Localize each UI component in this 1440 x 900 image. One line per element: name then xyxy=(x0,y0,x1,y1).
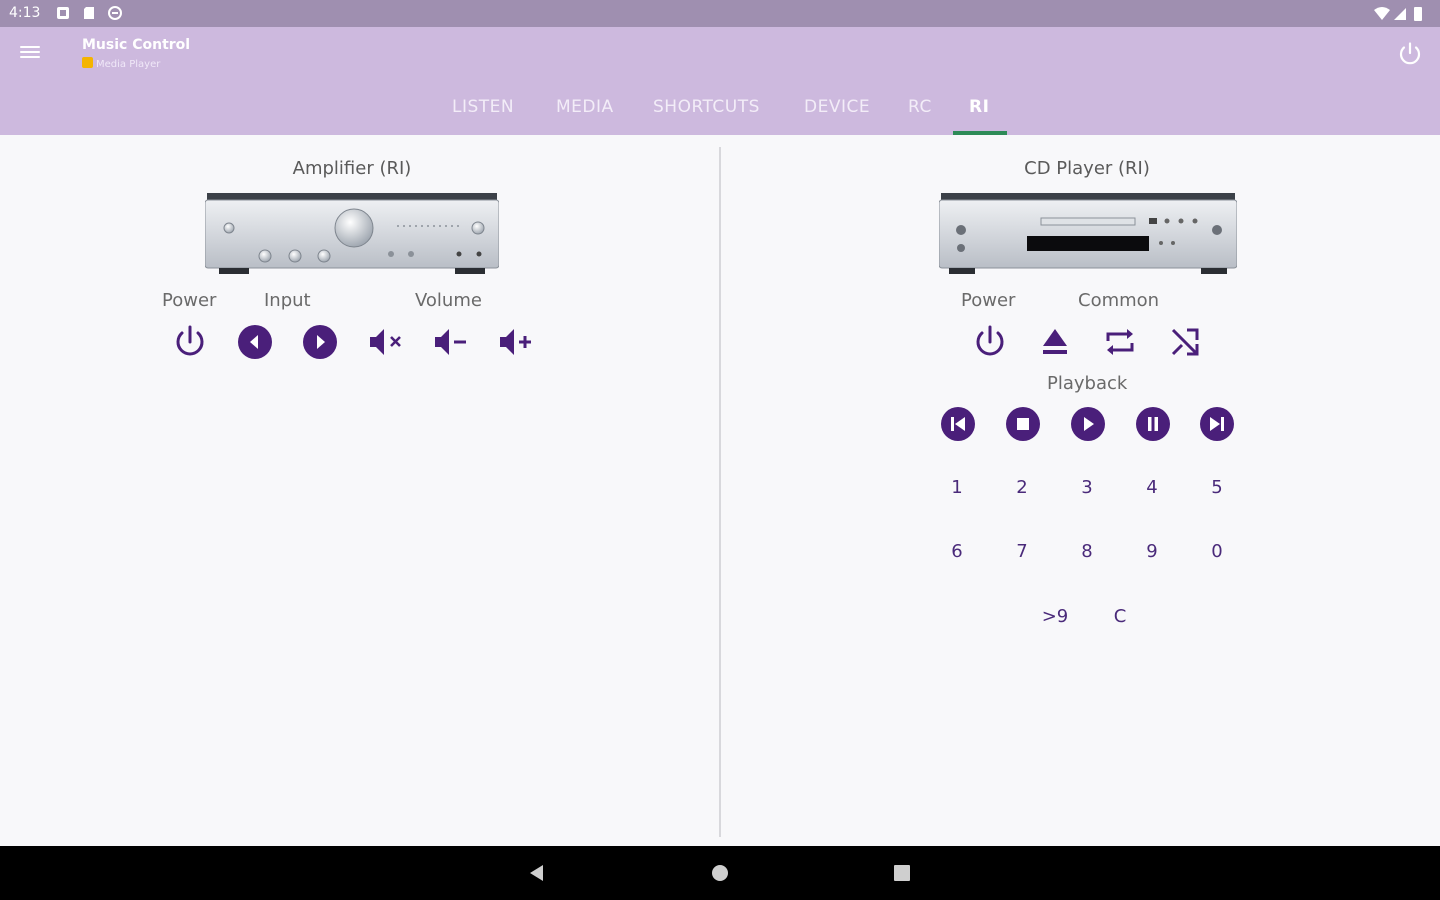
play-button[interactable] xyxy=(1071,407,1105,441)
stop-icon xyxy=(1017,418,1029,430)
amplifier-volume-label: Volume xyxy=(415,290,482,311)
panel-divider xyxy=(719,147,721,837)
status-bar: 4:13 xyxy=(0,0,1440,27)
pause-button[interactable] xyxy=(1136,407,1170,441)
system-status-icons xyxy=(1374,7,1422,21)
skip-previous-icon xyxy=(951,417,965,431)
digit-3-button[interactable]: 3 xyxy=(1072,477,1102,498)
volume-mute-icon xyxy=(370,329,384,355)
digit-6-button[interactable]: 6 xyxy=(942,541,972,562)
tab-shortcuts[interactable]: SHORTCUTS xyxy=(653,97,760,117)
menu-button[interactable] xyxy=(20,43,44,63)
app-subtitle: Media Player xyxy=(82,57,160,70)
recents-icon[interactable] xyxy=(894,865,910,881)
digit-8-button[interactable]: 8 xyxy=(1072,541,1102,562)
media-player-icon xyxy=(82,57,93,68)
menu-icon xyxy=(20,46,40,48)
digit-0-button[interactable]: 0 xyxy=(1202,541,1232,562)
skip-next-icon xyxy=(1210,417,1224,431)
input-previous-button[interactable] xyxy=(238,325,272,359)
battery-icon xyxy=(1414,7,1422,21)
tab-bar: LISTEN MEDIA SHORTCUTS DEVICE RC RI xyxy=(0,81,1440,135)
repeat-button[interactable] xyxy=(1100,322,1140,362)
digit-4-button[interactable]: 4 xyxy=(1137,477,1167,498)
wifi-icon xyxy=(1374,7,1390,20)
tab-media[interactable]: MEDIA xyxy=(556,97,614,117)
signal-icon xyxy=(1394,8,1406,20)
input-previous-icon xyxy=(250,335,258,349)
power-icon[interactable] xyxy=(1396,40,1424,68)
shuffle-button[interactable] xyxy=(1165,322,1205,362)
app-bar: Music Control Media Player xyxy=(0,27,1440,81)
eject-button[interactable] xyxy=(1035,322,1075,362)
eject-icon xyxy=(1043,329,1067,346)
amplifier-power-label: Power xyxy=(162,290,217,311)
volume-up-icon xyxy=(500,329,514,355)
digit-9-button[interactable]: 9 xyxy=(1137,541,1167,562)
tab-listen[interactable]: LISTEN xyxy=(452,97,514,117)
amplifier-title: Amplifier (RI) xyxy=(292,158,412,179)
cd-power-button[interactable] xyxy=(970,322,1010,362)
back-icon[interactable] xyxy=(528,864,546,882)
cd-player-title: CD Player (RI) xyxy=(1024,158,1150,179)
skip-next-button[interactable] xyxy=(1200,407,1234,441)
digit-1-button[interactable]: 1 xyxy=(942,477,972,498)
cd-playback-label: Playback xyxy=(1047,373,1128,394)
home-icon[interactable] xyxy=(711,864,729,882)
volume-mute-button[interactable] xyxy=(365,322,405,362)
digit-2-button[interactable]: 2 xyxy=(1007,477,1037,498)
input-next-button[interactable] xyxy=(303,325,337,359)
tab-ri[interactable]: RI xyxy=(969,97,989,117)
sd-card-icon xyxy=(84,7,94,19)
notification-icon xyxy=(57,7,69,19)
status-time: 4:13 xyxy=(9,5,41,21)
cd-player-image xyxy=(939,193,1237,274)
tab-indicator xyxy=(953,131,1007,135)
cd-common-label: Common xyxy=(1078,290,1160,311)
digit-5-button[interactable]: 5 xyxy=(1202,477,1232,498)
amplifier-input-label: Input xyxy=(264,290,311,311)
amplifier-power-button[interactable] xyxy=(170,322,210,362)
pause-icon xyxy=(1148,417,1158,431)
tab-device[interactable]: DEVICE xyxy=(804,97,870,117)
clear-button[interactable]: C xyxy=(1105,606,1135,627)
volume-up-button[interactable] xyxy=(495,322,535,362)
stop-button[interactable] xyxy=(1006,407,1040,441)
shuffle-icon xyxy=(1171,328,1199,356)
app-title: Music Control xyxy=(82,37,191,53)
navigation-bar xyxy=(0,846,1440,900)
digit-7-button[interactable]: 7 xyxy=(1007,541,1037,562)
play-icon xyxy=(1084,417,1094,431)
amplifier-image xyxy=(205,193,499,274)
tab-rc[interactable]: RC xyxy=(908,97,932,117)
greater-than-nine-button[interactable]: >9 xyxy=(1040,606,1070,627)
input-next-icon xyxy=(317,335,325,349)
skip-previous-button[interactable] xyxy=(941,407,975,441)
volume-down-button[interactable] xyxy=(430,322,470,362)
sync-icon xyxy=(108,6,122,20)
volume-down-icon xyxy=(435,329,449,355)
cd-power-label: Power xyxy=(961,290,1016,311)
